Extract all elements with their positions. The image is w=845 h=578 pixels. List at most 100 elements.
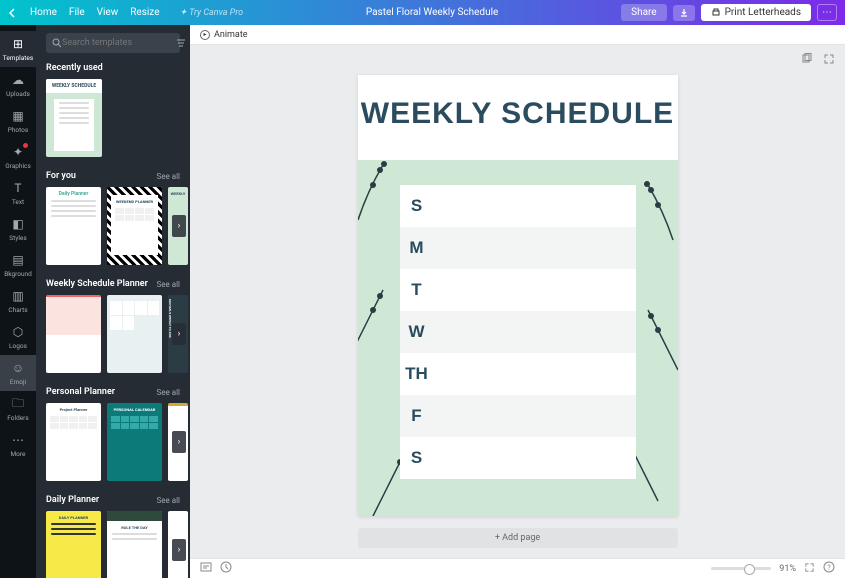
day-label: S xyxy=(400,196,434,216)
help-button[interactable]: ? xyxy=(823,561,835,576)
template-thumb[interactable]: RULE THE DAY xyxy=(107,511,162,578)
canvas-toolbar: ▸ Animate xyxy=(190,25,845,45)
schedule-card[interactable]: S M T W TH F S xyxy=(400,185,636,479)
rail-label: Templates xyxy=(3,54,33,62)
rail-graphics[interactable]: ✦Graphics xyxy=(0,139,36,175)
charts-icon: ▥ xyxy=(10,288,26,304)
thumb-title: WEEKLY SCHEDULE xyxy=(46,79,102,89)
menu-resize[interactable]: Resize xyxy=(130,7,159,18)
canvas-scroll[interactable]: WEEKLY SCHEDULE S M T W TH F xyxy=(190,45,845,558)
add-page-button[interactable]: + Add page xyxy=(358,528,678,548)
see-all-link[interactable]: See all xyxy=(157,280,180,289)
section-title: For you xyxy=(46,171,76,181)
section-title: Weekly Schedule Planner xyxy=(46,279,148,289)
notes-icon xyxy=(200,561,212,573)
schedule-row[interactable]: F xyxy=(400,395,636,437)
template-thumb[interactable]: PERSONAL CALENDAR xyxy=(107,403,162,481)
page-controls xyxy=(801,53,835,68)
row-next-button[interactable]: › xyxy=(172,539,186,561)
rail-label: More xyxy=(11,450,26,458)
rail-background[interactable]: ▤Bkground xyxy=(0,247,36,283)
day-label: W xyxy=(400,322,434,342)
rail-templates[interactable]: ⊞Templates xyxy=(0,31,36,67)
templates-panel: Recently used WEEKLY SCHEDULE For you Se… xyxy=(36,25,190,578)
menu-view[interactable]: View xyxy=(97,7,119,18)
menu-home[interactable]: Home xyxy=(30,7,57,18)
share-button[interactable]: Share xyxy=(621,4,666,21)
filter-icon[interactable] xyxy=(176,37,186,49)
rail-more[interactable]: ⋯ More xyxy=(0,427,36,463)
see-all-link[interactable]: See all xyxy=(157,496,180,505)
section-weekly-schedule: Weekly Schedule Planner See all xyxy=(46,279,180,289)
schedule-row[interactable]: TH xyxy=(400,353,636,395)
page-heading-text[interactable]: WEEKLY SCHEDULE xyxy=(358,75,678,131)
see-all-link[interactable]: See all xyxy=(157,388,180,397)
day-label: M xyxy=(400,238,434,258)
notes-button[interactable] xyxy=(200,561,212,576)
schedule-row[interactable]: S xyxy=(400,185,636,227)
rail-emoji[interactable]: ☺Emoji xyxy=(0,355,36,391)
fullscreen-button[interactable] xyxy=(804,562,815,576)
print-icon xyxy=(711,8,721,18)
rail-photos[interactable]: ▦Photos xyxy=(0,103,36,139)
logos-icon: ⬡ xyxy=(10,324,26,340)
document-title[interactable]: Pastel Floral Weekly Schedule xyxy=(243,7,621,18)
row-next-button[interactable]: › xyxy=(172,323,186,345)
template-thumb[interactable]: DAILY PLANNER xyxy=(46,511,101,578)
rail-label: Uploads xyxy=(6,90,30,98)
animate-button[interactable]: ▸ Animate xyxy=(200,30,248,40)
search-input[interactable] xyxy=(62,38,176,48)
text-icon: T xyxy=(10,180,26,196)
rail-label: Logos xyxy=(9,342,27,350)
template-thumb[interactable]: WEEKLY SCHEDULE xyxy=(46,79,102,157)
section-title: Daily Planner xyxy=(46,495,99,505)
rail-uploads[interactable]: ☁Uploads xyxy=(0,67,36,103)
section-title: Recently used xyxy=(46,63,103,73)
row-next-button[interactable]: › xyxy=(172,431,186,453)
bottombar-left xyxy=(200,561,232,576)
thumb-row-daily: DAILY PLANNER RULE THE DAY › xyxy=(46,511,180,578)
topbar-right: Share Print Letterheads ⋯ xyxy=(621,4,837,21)
more-icon: ⋯ xyxy=(10,432,26,448)
print-button[interactable]: Print Letterheads xyxy=(701,4,811,21)
rail-label: Bkground xyxy=(4,270,32,278)
download-icon xyxy=(679,8,689,18)
more-button[interactable]: ⋯ xyxy=(817,4,837,21)
schedule-row[interactable]: S xyxy=(400,437,636,479)
duration-button[interactable] xyxy=(220,561,232,576)
menu-file[interactable]: File xyxy=(69,7,85,18)
rail-charts[interactable]: ▥Charts xyxy=(0,283,36,319)
bottombar-right: 91% ? xyxy=(711,561,835,576)
see-all-link[interactable]: See all xyxy=(157,172,180,181)
rail-styles[interactable]: ◧Styles xyxy=(0,211,36,247)
rail-folders[interactable]: 🗀 Folders xyxy=(0,391,36,427)
duplicate-page-button[interactable] xyxy=(801,53,813,68)
day-label: TH xyxy=(400,364,434,384)
download-button[interactable] xyxy=(673,5,695,21)
search-box[interactable] xyxy=(46,33,180,53)
zoom-value: 91% xyxy=(779,564,796,574)
zoom-slider[interactable] xyxy=(711,567,771,570)
rail-text[interactable]: TText xyxy=(0,175,36,211)
template-thumb[interactable]: WEEKEND PLANNER xyxy=(107,187,162,265)
rail-label: Folders xyxy=(7,414,28,422)
schedule-row[interactable]: W xyxy=(400,311,636,353)
thumb-title: Project Planner xyxy=(46,403,101,412)
schedule-row[interactable]: M xyxy=(400,227,636,269)
thumb-row-weekly: MICHAEL'S WEEKLY TO-DOS › xyxy=(46,295,180,373)
folders-icon: 🗀 xyxy=(10,396,26,412)
side-rail: ⊞Templates ☁Uploads ▦Photos ✦Graphics TT… xyxy=(0,25,36,578)
schedule-row[interactable]: T xyxy=(400,269,636,311)
rail-logos[interactable]: ⬡ Logos xyxy=(0,319,36,355)
back-button[interactable] xyxy=(8,8,18,18)
row-next-button[interactable]: › xyxy=(172,215,186,237)
template-thumb[interactable] xyxy=(46,295,101,373)
template-thumb[interactable]: Project Planner xyxy=(46,403,101,481)
expand-page-button[interactable] xyxy=(823,53,835,68)
try-pro-link[interactable]: ✦ Try Canva Pro xyxy=(180,8,244,18)
day-label: S xyxy=(400,448,434,468)
template-thumb[interactable]: Daily Planner xyxy=(46,187,101,265)
design-page[interactable]: WEEKLY SCHEDULE S M T W TH F xyxy=(358,75,678,516)
template-thumb[interactable] xyxy=(107,295,162,373)
branch-decoration xyxy=(358,280,403,360)
